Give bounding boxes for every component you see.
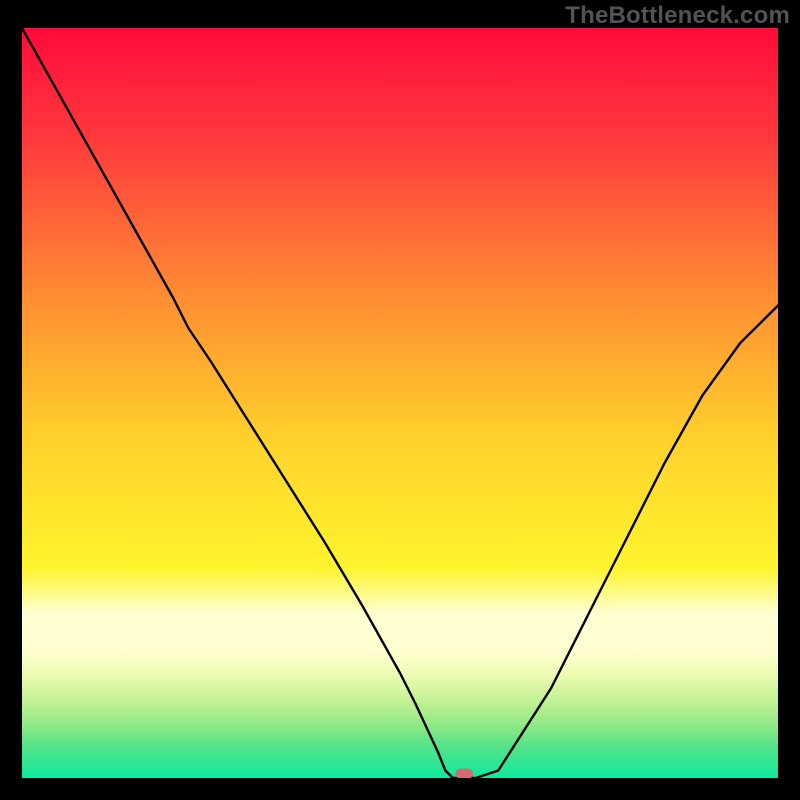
gradient-background (22, 28, 778, 778)
plot-area (22, 28, 778, 778)
optimal-marker (455, 769, 473, 779)
chart-svg (22, 28, 778, 778)
chart-frame: TheBottleneck.com (0, 0, 800, 800)
watermark-text: TheBottleneck.com (565, 2, 790, 30)
